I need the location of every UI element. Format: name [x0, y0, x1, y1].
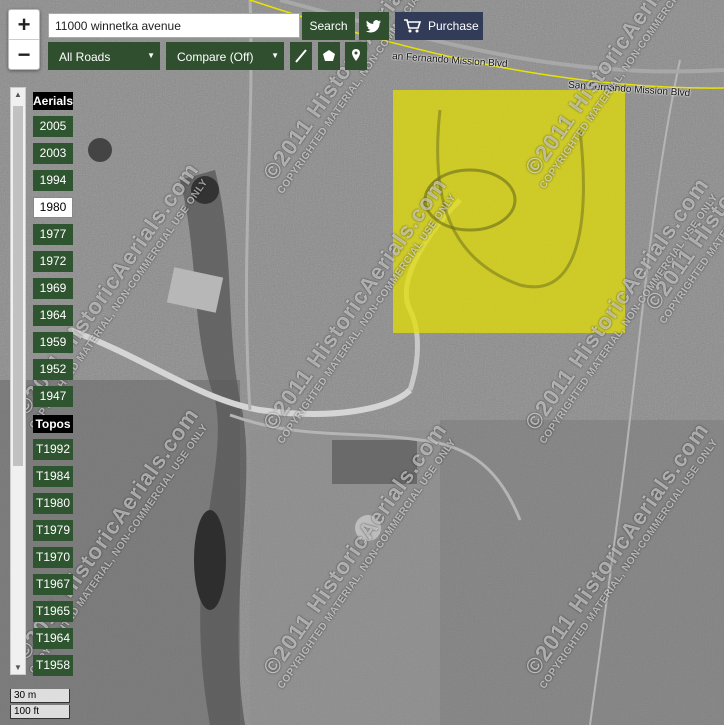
place-marker-button[interactable]: [345, 42, 367, 70]
aerial-year-1972[interactable]: 1972: [33, 251, 73, 272]
dropdown-arrow-icon: ▼: [147, 51, 155, 60]
roads-select[interactable]: All Roads ▼: [48, 42, 160, 70]
aerial-year-1977[interactable]: 1977: [33, 224, 73, 245]
year-list-scrollbar[interactable]: ▲ ▼: [10, 87, 26, 675]
zoom-in-button[interactable]: +: [9, 10, 39, 39]
draw-polygon-button[interactable]: [318, 42, 340, 70]
aerial-year-2003[interactable]: 2003: [33, 143, 73, 164]
map-view[interactable]: an Fernando Mission Blvd San Fernando Mi…: [0, 0, 724, 725]
search-button[interactable]: Search: [302, 12, 355, 40]
aerial-year-1964[interactable]: 1964: [33, 305, 73, 326]
twitter-icon: [365, 20, 382, 33]
zoom-control: + −: [8, 9, 40, 70]
topo-year-T1984[interactable]: T1984: [33, 466, 73, 487]
scale-bar-metric: 30 m: [10, 689, 70, 703]
topo-year-T1980[interactable]: T1980: [33, 493, 73, 514]
aerial-year-1959[interactable]: 1959: [33, 332, 73, 353]
topo-year-T1965[interactable]: T1965: [33, 601, 73, 622]
cart-icon: [404, 19, 422, 33]
topo-year-T1992[interactable]: T1992: [33, 439, 73, 460]
address-search-input[interactable]: [48, 13, 300, 38]
scale-bar-imperial: 100 ft: [10, 705, 70, 719]
scroll-up-icon[interactable]: ▲: [14, 90, 22, 99]
topo-year-T1979[interactable]: T1979: [33, 520, 73, 541]
purchase-button[interactable]: Purchase: [395, 12, 483, 40]
scroll-down-icon[interactable]: ▼: [14, 663, 22, 672]
aerial-year-1947[interactable]: 1947: [33, 386, 73, 407]
aerial-year-1969[interactable]: 1969: [33, 278, 73, 299]
topo-year-T1964[interactable]: T1964: [33, 628, 73, 649]
line-tool-icon: [295, 49, 307, 63]
scrollbar-thumb[interactable]: [13, 106, 23, 466]
twitter-button[interactable]: [359, 12, 389, 40]
aerial-imagery: [0, 0, 724, 725]
aerial-year-1952[interactable]: 1952: [33, 359, 73, 380]
topo-year-T1967[interactable]: T1967: [33, 574, 73, 595]
topo-year-T1958[interactable]: T1958: [33, 655, 73, 676]
aerial-year-1994[interactable]: 1994: [33, 170, 73, 191]
topos-label: Topos: [33, 415, 73, 433]
zoom-out-button[interactable]: −: [9, 39, 39, 69]
topo-year-T1970[interactable]: T1970: [33, 547, 73, 568]
dropdown-arrow-icon: ▼: [271, 51, 279, 60]
marker-tool-icon: [352, 49, 360, 61]
aerial-year-1980[interactable]: 1980: [33, 197, 73, 218]
draw-line-button[interactable]: [290, 42, 312, 70]
aerial-year-2005[interactable]: 2005: [33, 116, 73, 137]
polygon-tool-icon: [323, 50, 335, 61]
aerials-label: Aerials: [33, 92, 74, 110]
compare-select[interactable]: Compare (Off) ▼: [166, 42, 284, 70]
purchase-label: Purchase: [428, 19, 479, 33]
